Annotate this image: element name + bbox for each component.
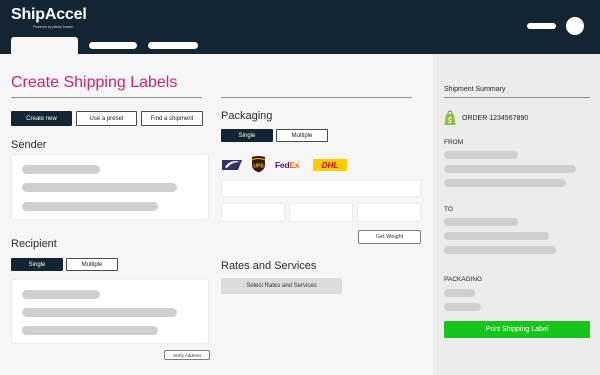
skeleton-line [444,165,576,173]
divider [11,97,202,98]
fedex-logo-part: Ex [289,160,300,170]
print-shipping-label-button[interactable]: Print Shipping Label [444,321,590,338]
skeleton-line [444,218,518,226]
recipient-multiple-toggle[interactable]: Multiple [66,258,118,271]
app-tagline: Powered by pitney bowes [33,25,73,29]
order-number: ORDER 1234567890 [462,115,529,122]
packaging-multiple-toggle[interactable]: Multiple [276,129,328,142]
usps-logo-icon[interactable] [222,157,242,173]
select-rates-button[interactable]: Select Rates and Services [221,278,342,294]
packaging-title: Packaging [221,110,273,122]
rates-title: Rates and Services [221,260,317,272]
verify-address-button[interactable]: Verify Address [164,350,210,360]
sender-address-card[interactable] [11,154,209,220]
to-label: TO [444,206,453,213]
dhl-logo-text: DHL [321,160,339,170]
use-preset-button[interactable]: Use a preset [76,111,137,126]
get-weight-button[interactable]: Get Weight [358,230,421,244]
nav-tab-active[interactable] [11,37,78,54]
app-name: ShipAccel [11,6,87,23]
svg-text:UPS: UPS [253,163,264,169]
skeleton-line [444,179,566,187]
create-new-button[interactable]: Create new [11,111,72,126]
skeleton-line [22,165,100,174]
dhl-logo-icon[interactable]: DHL [313,159,347,171]
divider [444,97,590,98]
sender-title: Sender [11,139,47,151]
recipient-single-toggle[interactable]: Single [11,258,63,271]
fedex-logo-icon[interactable]: Fed Ex [275,157,299,173]
from-label: FROM [444,139,464,146]
skeleton-line [22,308,177,317]
height-field[interactable] [357,203,421,222]
user-name-placeholder[interactable] [527,23,556,29]
divider [221,97,412,98]
avatar[interactable] [566,17,584,35]
top-navbar: ShipAccel Powered by pitney bowes [0,0,600,54]
skeleton-line [444,303,481,311]
recipient-title: Recipient [11,238,57,250]
skeleton-line [22,290,100,299]
find-shipment-button[interactable]: Find a shipment [141,111,203,126]
summary-title: Shipment Summary [444,86,506,93]
shopify-icon [444,110,456,125]
nav-tab-placeholder[interactable] [89,42,137,49]
width-field[interactable] [289,203,353,222]
app-logo[interactable]: ShipAccel Powered by pitney bowes [11,6,87,29]
skeleton-line [444,289,475,297]
fedex-logo-part: Fed [275,160,290,170]
skeleton-line [444,246,556,254]
nav-tab-placeholder[interactable] [148,42,198,49]
ups-logo-icon[interactable]: UPS [251,155,266,172]
skeleton-line [22,326,158,335]
skeleton-line [22,183,177,192]
length-field[interactable] [221,203,285,222]
page-title: Create Shipping Labels [11,74,178,91]
packaging-label: PACKAGING [444,276,483,283]
skeleton-line [444,151,518,159]
package-type-field[interactable] [221,180,421,197]
skeleton-line [444,232,549,240]
packaging-single-toggle[interactable]: Single [221,129,273,142]
recipient-address-card[interactable] [11,279,209,344]
skeleton-line [22,202,158,211]
